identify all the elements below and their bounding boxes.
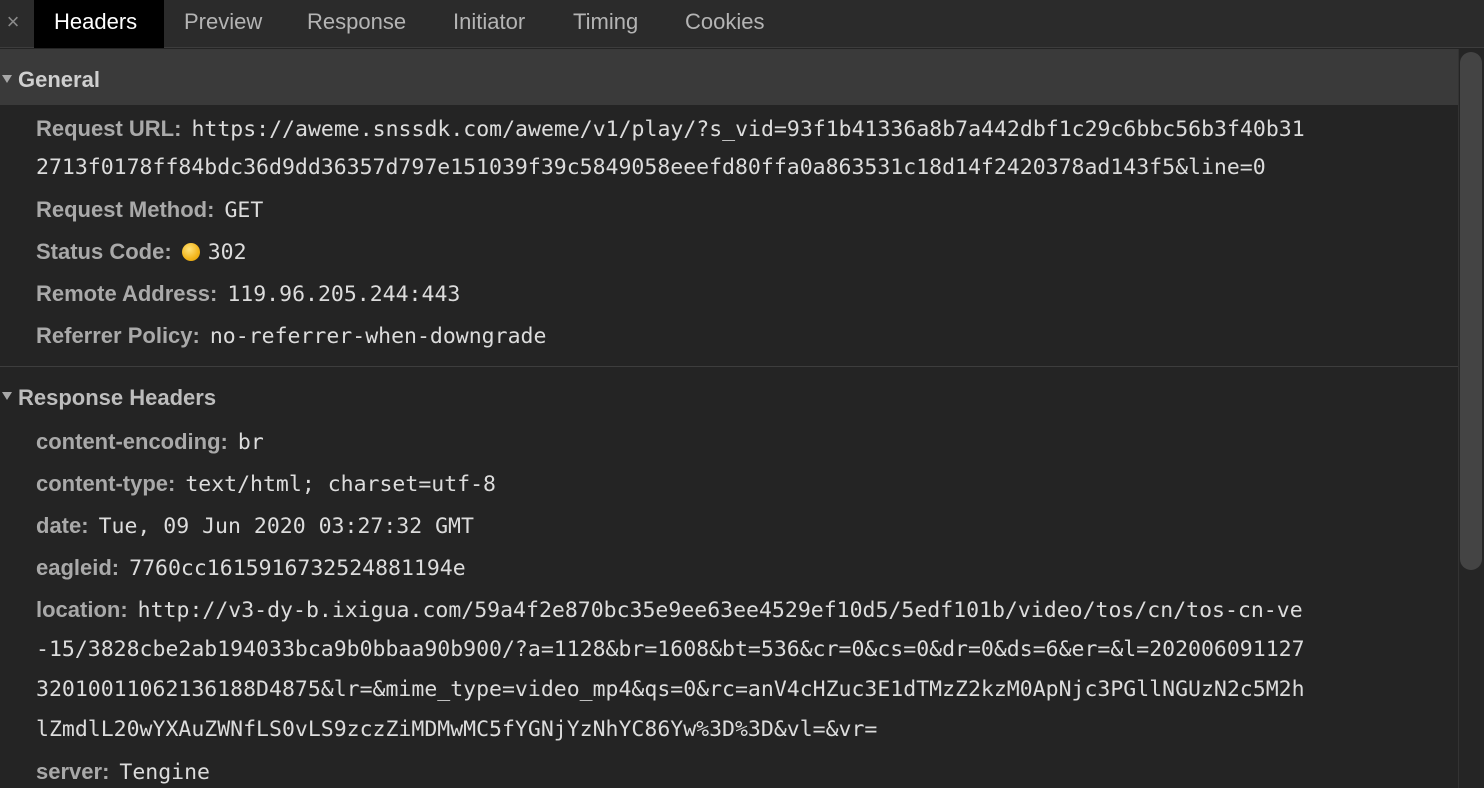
collapse-triangle-icon[interactable] bbox=[2, 392, 12, 400]
content-encoding-row: content-encoding: br bbox=[36, 421, 1456, 464]
general-section-header[interactable]: General bbox=[0, 49, 1458, 105]
tab-timing[interactable]: Timing bbox=[573, 0, 638, 48]
headers-panel: General Request URL: https://aweme.snssdk… bbox=[0, 49, 1458, 788]
tab-preview[interactable]: Preview bbox=[184, 0, 262, 48]
request-url-value-cont: 2713f0178ff84bdc36d9dd36357d797e151039f3… bbox=[36, 155, 1266, 180]
server-row: server: Tengine bbox=[36, 751, 1456, 788]
location-key: location: bbox=[36, 597, 128, 622]
eagleid-key: eagleid: bbox=[36, 555, 120, 580]
server-value: Tengine bbox=[119, 760, 210, 785]
location-value-cont-1: -15/3828cbe2ab194033bca9b0bbaa90b900/?a=… bbox=[36, 637, 1305, 662]
devtools-tab-bar: × Headers Preview Response Initiator Tim… bbox=[0, 0, 1484, 48]
close-icon[interactable]: × bbox=[3, 8, 23, 36]
content-type-value: text/html; charset=utf-8 bbox=[185, 472, 496, 497]
scrollbar-thumb[interactable] bbox=[1460, 52, 1482, 570]
request-method-key: Request Method: bbox=[36, 197, 215, 222]
tab-initiator[interactable]: Initiator bbox=[453, 0, 525, 48]
request-method-value: GET bbox=[224, 198, 264, 223]
status-code-row: Status Code: 302 bbox=[36, 231, 1456, 274]
tab-cookies[interactable]: Cookies bbox=[685, 0, 764, 48]
server-key: server: bbox=[36, 759, 110, 784]
date-value: Tue, 09 Jun 2020 03:27:32 GMT bbox=[98, 514, 474, 539]
content-encoding-value: br bbox=[237, 430, 264, 455]
referrer-policy-value: no-referrer-when-downgrade bbox=[209, 324, 547, 349]
general-section-title: General bbox=[18, 67, 100, 92]
location-value-cont-3: lZmdlL20wYXAuZWNfLS0vLS9zczZiMDMwMC5fYGN… bbox=[36, 717, 878, 742]
request-url-key: Request URL: bbox=[36, 116, 182, 141]
request-url-value: https://aweme.snssdk.com/aweme/v1/play/?… bbox=[191, 117, 1305, 142]
content-type-key: content-type: bbox=[36, 471, 176, 496]
content-type-row: content-type: text/html; charset=utf-8 bbox=[36, 463, 1456, 506]
status-dot-icon bbox=[181, 243, 200, 261]
remote-address-value: 119.96.205.244:443 bbox=[227, 282, 461, 307]
location-row: location: http://v3-dy-b.ixigua.com/59a4f… bbox=[36, 589, 1456, 632]
request-url-row: Request URL: https://aweme.snssdk.com/awe… bbox=[36, 108, 1456, 151]
referrer-policy-key: Referrer Policy: bbox=[36, 323, 200, 348]
remote-address-key: Remote Address: bbox=[36, 281, 218, 306]
eagleid-row: eagleid: 7760cc1615916732524881194e bbox=[36, 547, 1456, 590]
status-code-value: 302 bbox=[207, 240, 247, 265]
eagleid-value: 7760cc1615916732524881194e bbox=[129, 556, 466, 581]
date-key: date: bbox=[36, 513, 89, 538]
location-value-cont-2: 32010011062136188D4875&lr=&mime_type=vid… bbox=[36, 677, 1305, 702]
response-headers-section-title: Response Headers bbox=[18, 385, 217, 410]
content-encoding-key: content-encoding: bbox=[36, 429, 228, 454]
tab-response[interactable]: Response bbox=[307, 0, 406, 48]
referrer-policy-row: Referrer Policy: no-referrer-when-downgra… bbox=[36, 315, 1456, 358]
remote-address-row: Remote Address: 119.96.205.244:443 bbox=[36, 273, 1456, 316]
request-method-row: Request Method: GET bbox=[36, 189, 1456, 232]
status-code-key: Status Code: bbox=[36, 239, 172, 264]
response-headers-section-header[interactable]: Response Headers bbox=[0, 366, 1458, 422]
collapse-triangle-icon[interactable] bbox=[2, 75, 12, 83]
location-value: http://v3-dy-b.ixigua.com/59a4f2e870bc35… bbox=[137, 598, 1303, 623]
tab-headers[interactable]: Headers bbox=[34, 0, 164, 48]
date-row: date: Tue, 09 Jun 2020 03:27:32 GMT bbox=[36, 505, 1456, 548]
